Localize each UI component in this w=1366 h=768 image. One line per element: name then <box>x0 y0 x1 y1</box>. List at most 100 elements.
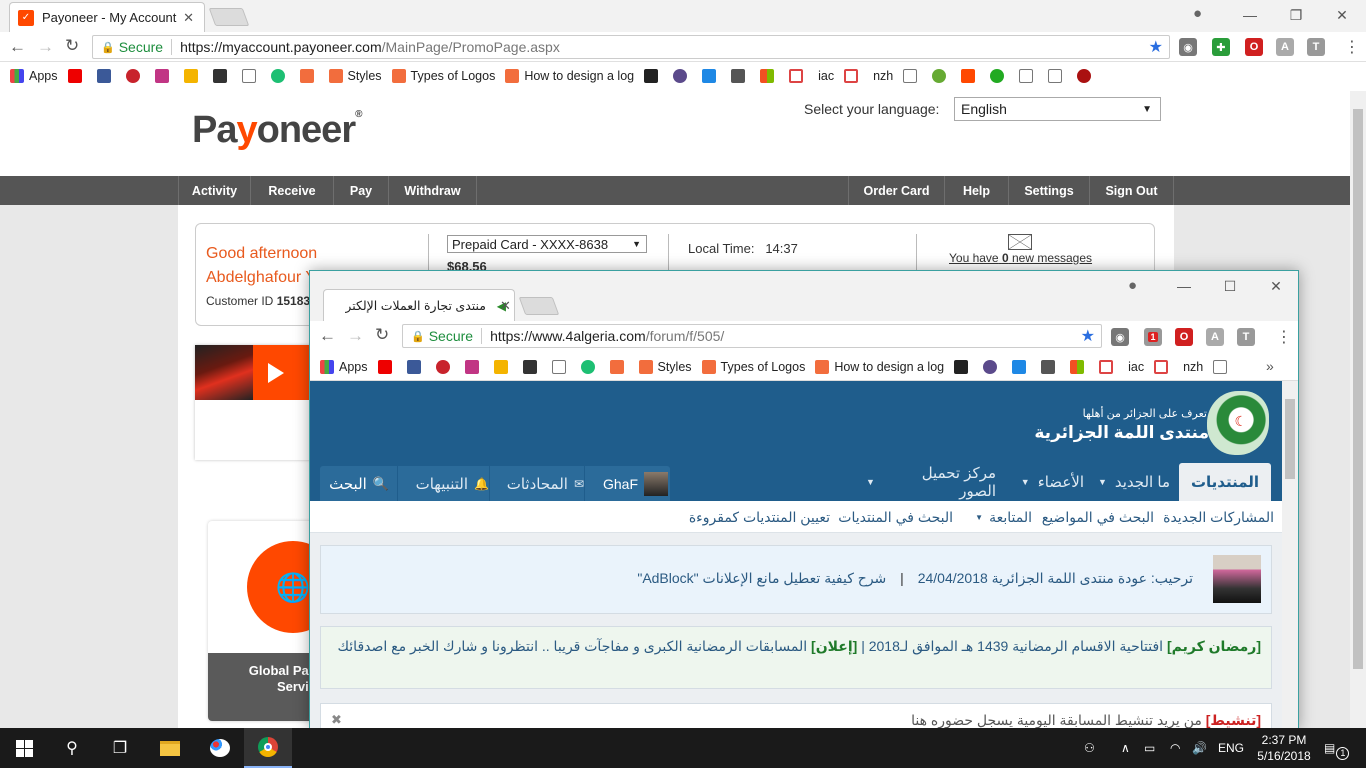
subnav-search-forums[interactable]: البحث في المنتديات <box>835 501 953 533</box>
facebook-icon[interactable] <box>96 69 116 83</box>
global-pay-card[interactable]: 🌐 Global Pay Servic <box>208 521 339 721</box>
puzzle-ext-icon[interactable]: ✚ <box>1212 38 1230 56</box>
task-view-icon[interactable]: ❐ <box>96 728 144 768</box>
pinterest-icon[interactable] <box>125 69 145 83</box>
chart-icon[interactable] <box>183 69 203 83</box>
menu-icon[interactable]: ⋮ <box>1344 37 1360 57</box>
pinterest-icon[interactable] <box>435 360 455 374</box>
page-icon[interactable] <box>551 360 571 374</box>
types-of-logos-bookmark[interactable]: Types of Logos <box>391 69 495 83</box>
page-icon[interactable] <box>241 69 261 83</box>
nav-order-card[interactable]: Order Card <box>848 176 944 205</box>
restore-button[interactable]: ❐ <box>1273 0 1319 30</box>
tab-forum[interactable]: ◀ منتدى تجارة العملات الإلكتر ✕ <box>323 289 515 321</box>
shield-bookmark-icon[interactable] <box>212 69 232 83</box>
subnav-new-posts[interactable]: المشاركات الجديدة <box>1156 501 1274 533</box>
forum-logo[interactable]: ☾ تعرف على الجزائر من أهلها منتدى اللمة … <box>1034 391 1269 455</box>
chart-icon[interactable] <box>493 360 513 374</box>
page2-icon[interactable] <box>1213 360 1232 374</box>
camera-bookmark-icon[interactable] <box>954 360 973 374</box>
wifi-icon[interactable]: ◠ <box>1170 728 1180 768</box>
nav-pay[interactable]: Pay <box>333 176 388 205</box>
styles-bookmark[interactable]: Styles <box>328 69 382 83</box>
robot-bookmark-icon[interactable] <box>1041 360 1060 374</box>
opera-ext-icon[interactable]: O <box>1175 328 1193 346</box>
volume-icon[interactable]: 🔊 <box>1192 728 1207 768</box>
card-select[interactable]: Prepaid Card - XXXX-8638 ▼ <box>447 235 647 253</box>
back-icon[interactable]: ← <box>319 326 336 346</box>
camera-bookmark-icon[interactable] <box>644 69 663 83</box>
subnav-search-threads[interactable]: البحث في المواضيع <box>1036 501 1154 533</box>
fiverr-icon[interactable] <box>580 360 600 374</box>
forum-conversations[interactable]: ✉ المحادثات <box>490 466 585 501</box>
messages-link[interactable]: You have 0 new messages <box>949 251 1092 265</box>
green-bookmark-icon[interactable] <box>932 69 951 83</box>
sloth-bookmark-icon[interactable] <box>673 69 692 83</box>
minimize-button[interactable]: — <box>1161 271 1207 301</box>
instagram-icon[interactable] <box>154 69 174 83</box>
tab-payoneer[interactable]: ✓ Payoneer - My Account ✕ <box>9 2 205 32</box>
microsoft-icon[interactable] <box>760 69 779 83</box>
iac-bookmark[interactable]: iac <box>1128 360 1144 374</box>
apps-bookmark[interactable]: Apps <box>10 69 58 83</box>
99d-icon[interactable] <box>609 360 629 374</box>
youtube-icon[interactable] <box>377 360 397 374</box>
how-to-design-bookmark[interactable]: How to design a log <box>505 69 634 83</box>
page4-icon[interactable] <box>1048 69 1067 83</box>
payoneer-bookmark-icon[interactable] <box>961 69 980 83</box>
search-icon[interactable]: ⚲ <box>48 728 96 768</box>
gmail-icon[interactable] <box>789 69 808 83</box>
reload-icon[interactable]: ↻ <box>375 325 389 345</box>
nav-help[interactable]: Help <box>944 176 1008 205</box>
close-icon[interactable]: ✕ <box>500 298 511 314</box>
text-ext-icon[interactable]: T <box>1307 38 1325 56</box>
maximize-button[interactable]: ☐ <box>1207 271 1253 301</box>
battery-icon[interactable]: ▭ <box>1144 728 1155 768</box>
file-explorer-icon[interactable] <box>146 728 194 768</box>
close-window-button[interactable]: ✕ <box>1319 0 1365 30</box>
nav-activity[interactable]: Activity <box>178 176 250 205</box>
forum-nav-members[interactable]: الأعضاء ▼ <box>1008 463 1084 501</box>
new-tab-button[interactable] <box>208 8 250 26</box>
gmail2-icon[interactable] <box>1154 360 1173 374</box>
nav-receive[interactable]: Receive <box>250 176 333 205</box>
camera-ext-icon[interactable]: ◉ <box>1111 328 1129 346</box>
menu-icon[interactable]: ⋮ <box>1276 327 1292 347</box>
styles-bookmark[interactable]: Styles <box>638 360 692 374</box>
url-bar[interactable]: 🔒 Secure https://myaccount.payoneer.com /… <box>92 35 1170 59</box>
play-button[interactable] <box>253 345 315 400</box>
url-bar[interactable]: 🔒 Secure https://www.4algeria.com/forum/… <box>402 324 1102 348</box>
instagram-icon[interactable] <box>464 360 484 374</box>
back-icon[interactable]: ← <box>9 37 26 57</box>
red-bookmark-icon[interactable] <box>1077 69 1096 83</box>
microsoft-icon[interactable] <box>1070 360 1089 374</box>
nzh-bookmark[interactable]: nzh <box>873 69 893 83</box>
page2-icon[interactable] <box>903 69 922 83</box>
apps-bookmark[interactable]: Apps <box>320 360 368 374</box>
nav-sign-out[interactable]: Sign Out <box>1089 176 1174 205</box>
camera-ext-icon[interactable]: ◉ <box>1179 38 1197 56</box>
language-select[interactable]: English ▼ <box>954 97 1161 121</box>
subnav-mark-read[interactable]: تعيين المنتديات كمقروءة <box>682 501 830 533</box>
language-indicator[interactable]: ENG <box>1218 728 1244 768</box>
bookmark-star-icon[interactable]: ★ <box>1081 326 1095 346</box>
iac-bookmark[interactable]: iac <box>818 69 834 83</box>
bookmarks-more-button[interactable]: » <box>1266 358 1274 374</box>
promo-banner[interactable] <box>195 345 315 460</box>
fiverr-icon[interactable] <box>270 69 290 83</box>
forum-search[interactable]: 🔍 البحث <box>320 466 398 501</box>
forum-scroll-thumb[interactable] <box>1285 399 1295 479</box>
reload-icon[interactable]: ↻ <box>65 36 79 56</box>
forum-user-menu[interactable]: GhaF <box>588 466 668 501</box>
chrome-taskbar-icon[interactable] <box>244 728 292 768</box>
pdf-ext-icon[interactable]: A <box>1276 38 1294 56</box>
opera-ext-icon[interactable]: O <box>1245 38 1263 56</box>
windows-start-icon[interactable] <box>0 728 48 768</box>
nzh-bookmark[interactable]: nzh <box>1183 360 1203 374</box>
nav-withdraw[interactable]: Withdraw <box>388 176 477 205</box>
types-of-logos-bookmark[interactable]: Types of Logos <box>701 360 805 374</box>
gmail-icon[interactable] <box>1099 360 1118 374</box>
forward-icon[interactable]: → <box>347 326 364 346</box>
new-tab-button[interactable] <box>518 297 560 315</box>
payoneer-logo[interactable]: Payoneer® <box>192 109 363 152</box>
